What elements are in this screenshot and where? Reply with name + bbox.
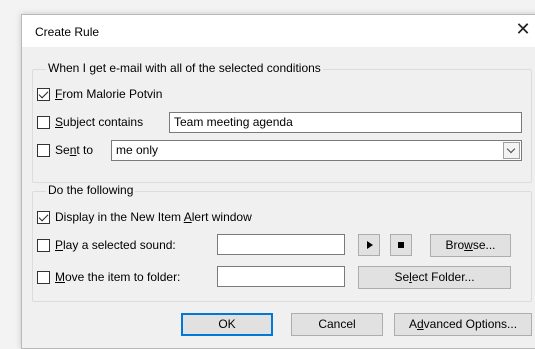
move-folder-input[interactable] [217,266,345,287]
conditions-group-label: When I get e-mail with all of the select… [46,61,323,75]
move-checkbox[interactable] [37,270,50,284]
subject-checkbox[interactable] [37,115,50,129]
stop-icon[interactable] [390,234,412,256]
actions-group: Do the following Display in the New Item… [32,183,532,302]
cancel-button[interactable]: Cancel [291,313,383,336]
subject-label: Subject contains [55,115,144,129]
subject-condition[interactable]: Subject contains [37,115,143,129]
sent-to-checkbox[interactable] [37,143,50,157]
actions-group-label: Do the following [46,183,136,197]
alert-action[interactable]: Display in the New Item Alert window [37,210,252,224]
select-folder-button[interactable]: Select Folder... [358,266,511,289]
from-condition[interactable]: From Malorie Potvin [37,87,162,101]
sound-input[interactable] [217,234,345,255]
create-rule-dialog: Create Rule ✕ When I get e-mail with all… [21,14,535,349]
conditions-group: When I get e-mail with all of the select… [32,61,532,183]
sent-to-label: Sent to [55,143,94,157]
sound-checkbox[interactable] [37,238,50,252]
dialog-title: Create Rule [35,25,100,39]
ok-button[interactable]: OK [181,313,273,336]
close-icon[interactable]: ✕ [514,20,532,38]
title-bar: Create Rule ✕ [22,15,535,47]
alert-label: Display in the New Item Alert window [55,210,252,224]
sound-action[interactable]: Play a selected sound: [37,238,176,252]
advanced-options-button[interactable]: Advanced Options... [394,313,532,336]
sent-to-value: me only [116,143,159,157]
move-label: Move the item to folder: [55,270,181,284]
chevron-down-icon[interactable] [503,142,520,159]
sent-to-condition[interactable]: Sent to [37,143,93,157]
sent-to-select[interactable]: me only [111,140,522,161]
browse-button[interactable]: Browse... [430,234,511,257]
move-action[interactable]: Move the item to folder: [37,270,180,284]
subject-input[interactable]: Team meeting agenda [169,112,522,133]
sound-label: Play a selected sound: [55,238,176,252]
from-label: From Malorie Potvin [55,87,163,101]
from-checkbox[interactable] [37,87,50,101]
play-icon[interactable] [358,234,380,256]
alert-checkbox[interactable] [37,210,50,224]
